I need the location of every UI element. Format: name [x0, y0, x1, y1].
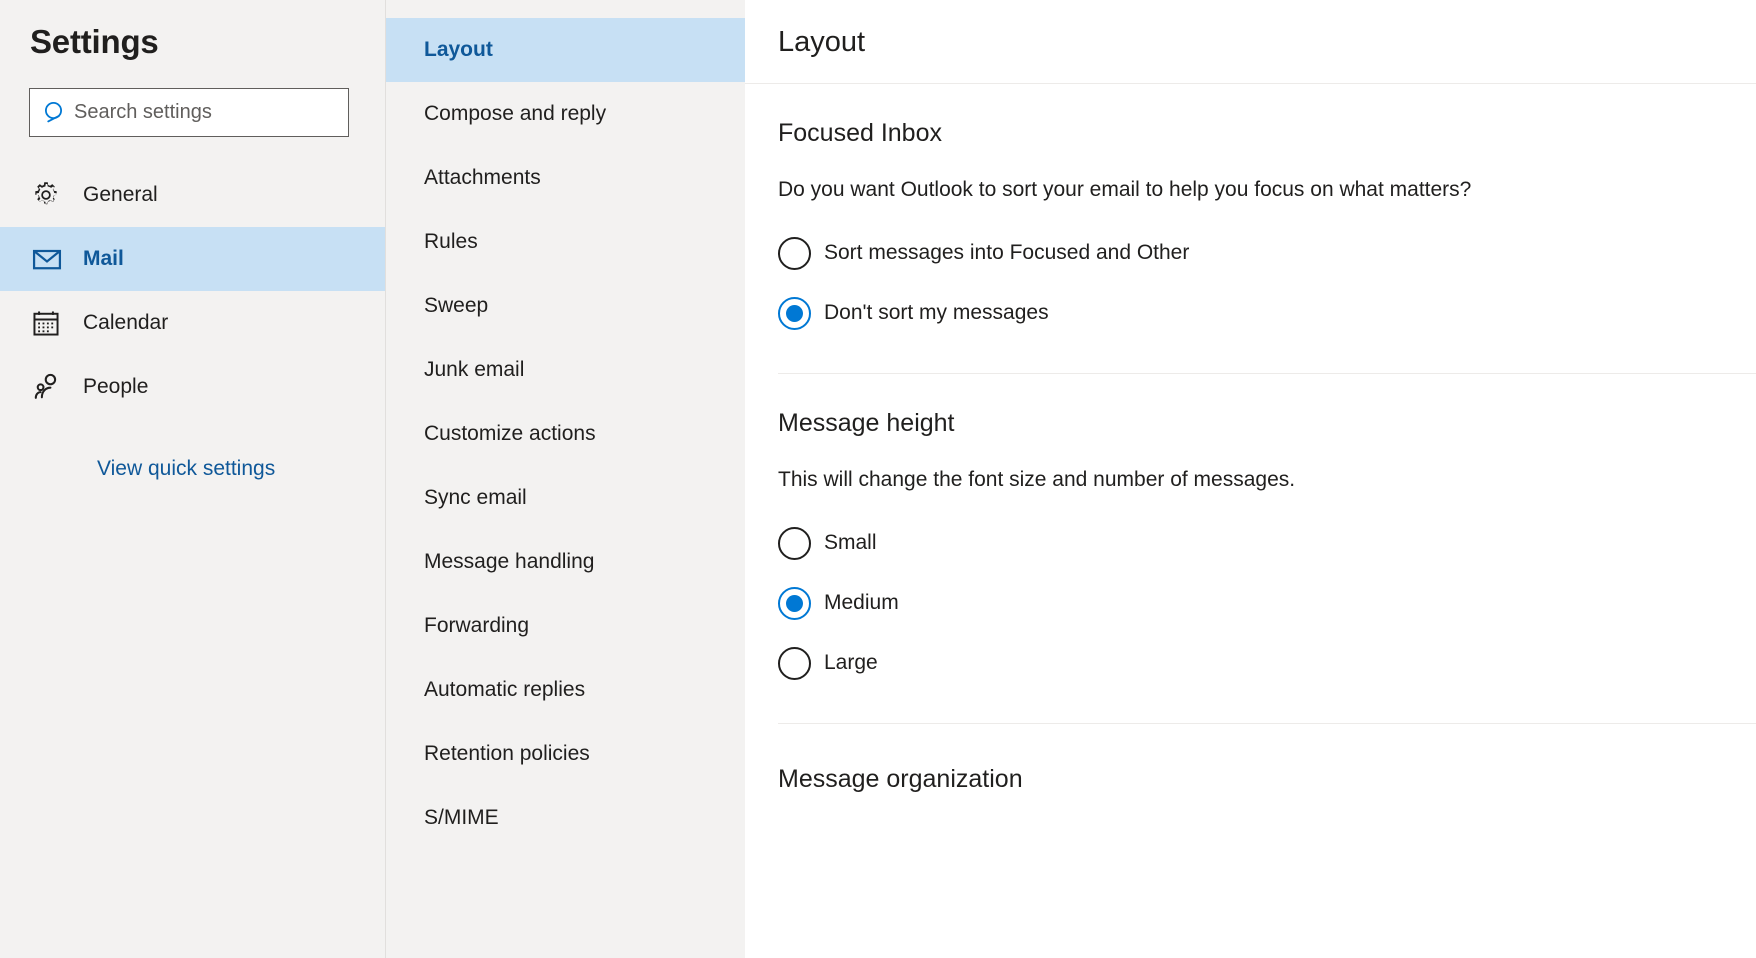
radio-indicator[interactable]	[778, 236, 811, 270]
section-description: Do you want Outlook to sort your email t…	[778, 178, 1472, 201]
subnav-item-customize-actions[interactable]: Customize actions	[386, 402, 745, 466]
sidebar-item-calendar[interactable]: Calendar	[0, 291, 385, 355]
layout-settings-panel: Layout Focused Inbox Do you want Outlook…	[745, 0, 1756, 958]
radio-label: Medium	[824, 591, 899, 614]
section-description: This will change the font size and numbe…	[778, 468, 1296, 491]
radio-indicator[interactable]	[778, 586, 811, 620]
section-title: Message height	[778, 409, 955, 437]
sidebar-item-label: Mail	[83, 247, 124, 270]
message-height-radio-group: Small Medium Large	[778, 513, 1756, 693]
sidebar-nav: General Mail Calendar People	[0, 163, 385, 419]
radio-indicator[interactable]	[778, 646, 811, 680]
mail-settings-subnav: Layout Compose and reply Attachments Rul…	[385, 0, 745, 958]
search-settings-box[interactable]	[29, 88, 349, 137]
subnav-item-forwarding[interactable]: Forwarding	[386, 594, 745, 658]
section-message-organization: Message organization	[778, 724, 1756, 794]
subnav-item-layout[interactable]: Layout	[386, 18, 745, 82]
search-input[interactable]	[74, 89, 348, 136]
people-icon	[31, 371, 83, 403]
subnav-item-rules[interactable]: Rules	[386, 210, 745, 274]
radio-label: Don't sort my messages	[824, 301, 1049, 324]
subnav-item-retention-policies[interactable]: Retention policies	[386, 722, 745, 786]
section-focused-inbox: Focused Inbox Do you want Outlook to sor…	[778, 84, 1756, 374]
radio-option-large[interactable]: Large	[778, 633, 1756, 693]
subnav-item-smime[interactable]: S/MIME	[386, 786, 745, 850]
section-message-height: Message height This will change the font…	[778, 374, 1756, 724]
radio-label: Large	[824, 651, 878, 674]
radio-option-sort-focused-other[interactable]: Sort messages into Focused and Other	[778, 223, 1756, 283]
view-quick-settings-link[interactable]: View quick settings	[0, 457, 275, 481]
sidebar-item-label: General	[83, 183, 158, 206]
radio-option-small[interactable]: Small	[778, 513, 1756, 573]
subnav-item-compose-and-reply[interactable]: Compose and reply	[386, 82, 745, 146]
section-title: Focused Inbox	[778, 119, 942, 147]
subnav-item-sync-email[interactable]: Sync email	[386, 466, 745, 530]
calendar-icon	[31, 308, 83, 338]
sidebar-item-label: People	[83, 375, 149, 398]
radio-indicator[interactable]	[778, 296, 811, 330]
section-title: Message organization	[778, 765, 1023, 793]
sidebar-item-label: Calendar	[83, 311, 169, 334]
radio-option-medium[interactable]: Medium	[778, 573, 1756, 633]
panel-body: Focused Inbox Do you want Outlook to sor…	[745, 84, 1756, 794]
panel-header: Layout	[745, 0, 1756, 84]
subnav-item-automatic-replies[interactable]: Automatic replies	[386, 658, 745, 722]
radio-label: Small	[824, 531, 877, 554]
sidebar-item-people[interactable]: People	[0, 355, 385, 419]
radio-label: Sort messages into Focused and Other	[824, 241, 1190, 264]
sidebar-item-general[interactable]: General	[0, 163, 385, 227]
settings-window: Settings General	[0, 0, 1756, 958]
envelope-icon	[31, 243, 83, 275]
sidebar-item-mail[interactable]: Mail	[0, 227, 385, 291]
settings-sidebar: Settings General	[0, 0, 385, 958]
subnav-item-junk-email[interactable]: Junk email	[386, 338, 745, 402]
panel-title: Layout	[778, 25, 866, 58]
search-icon	[30, 100, 74, 126]
page-title: Settings	[30, 23, 159, 60]
gear-icon	[31, 180, 83, 210]
radio-indicator[interactable]	[778, 526, 811, 560]
radio-option-dont-sort[interactable]: Don't sort my messages	[778, 283, 1756, 343]
subnav-item-sweep[interactable]: Sweep	[386, 274, 745, 338]
focused-inbox-radio-group: Sort messages into Focused and Other Don…	[778, 223, 1756, 343]
subnav-item-message-handling[interactable]: Message handling	[386, 530, 745, 594]
subnav-item-attachments[interactable]: Attachments	[386, 146, 745, 210]
